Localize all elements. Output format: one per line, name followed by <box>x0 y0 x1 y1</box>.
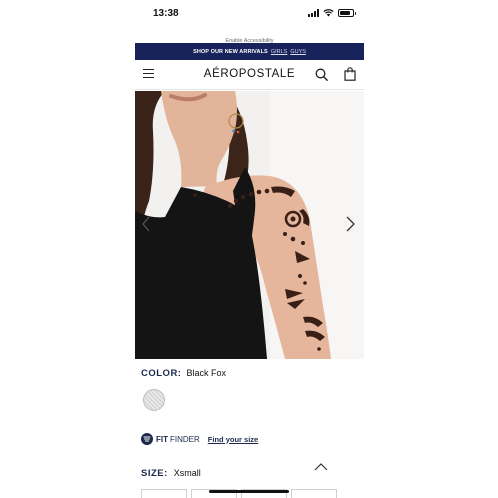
size-option[interactable] <box>291 489 337 498</box>
promo-text: SHOP OUR NEW ARRIVALS <box>193 48 268 55</box>
signal-icon <box>308 9 319 17</box>
status-bar: 13:38 <box>135 0 364 30</box>
color-swatch-black-fox[interactable] <box>143 389 165 411</box>
status-time: 13:38 <box>153 8 179 19</box>
home-indicator[interactable] <box>209 490 289 493</box>
chevron-right-icon[interactable] <box>344 215 356 233</box>
product-image[interactable] <box>135 91 364 359</box>
size-row: SIZE: Xsmall <box>141 468 201 479</box>
color-value: Black Fox <box>186 368 226 378</box>
color-row: COLOR: Black Fox <box>141 368 226 379</box>
accessibility-row: Enable Accessibility <box>135 29 364 44</box>
product-photo <box>135 91 364 359</box>
wifi-icon <box>323 9 334 17</box>
fit-finder-brand-bold: FIT <box>156 434 168 444</box>
size-label: SIZE: <box>141 468 168 479</box>
size-option[interactable] <box>141 489 187 498</box>
promo-banner: SHOP OUR NEW ARRIVALS GIRLS GUYS <box>135 43 364 60</box>
promo-link-guys[interactable]: GUYS <box>290 49 306 55</box>
status-icons <box>308 9 356 17</box>
fit-finder-row: FIT FINDER Find your size <box>141 433 258 445</box>
site-header: AÉROPOSTALE <box>135 60 364 90</box>
find-your-size-link[interactable]: Find your size <box>208 435 258 444</box>
fit-finder-icon <box>141 433 153 445</box>
bag-icon[interactable] <box>344 67 356 81</box>
promo-link-girls[interactable]: GIRLS <box>271 49 288 55</box>
brand-logo[interactable]: AÉROPOSTALE <box>135 68 364 80</box>
color-label: COLOR: <box>141 368 182 379</box>
chevron-up-icon[interactable] <box>314 463 328 471</box>
chevron-left-icon[interactable] <box>141 215 151 233</box>
size-value: Xsmall <box>173 468 201 478</box>
fit-finder-brand-light: FINDER <box>170 434 200 444</box>
battery-icon <box>338 9 356 17</box>
search-icon[interactable] <box>315 68 328 81</box>
phone-screen: 13:38 Enable Accessibility SHOP OUR NEW … <box>135 0 364 498</box>
